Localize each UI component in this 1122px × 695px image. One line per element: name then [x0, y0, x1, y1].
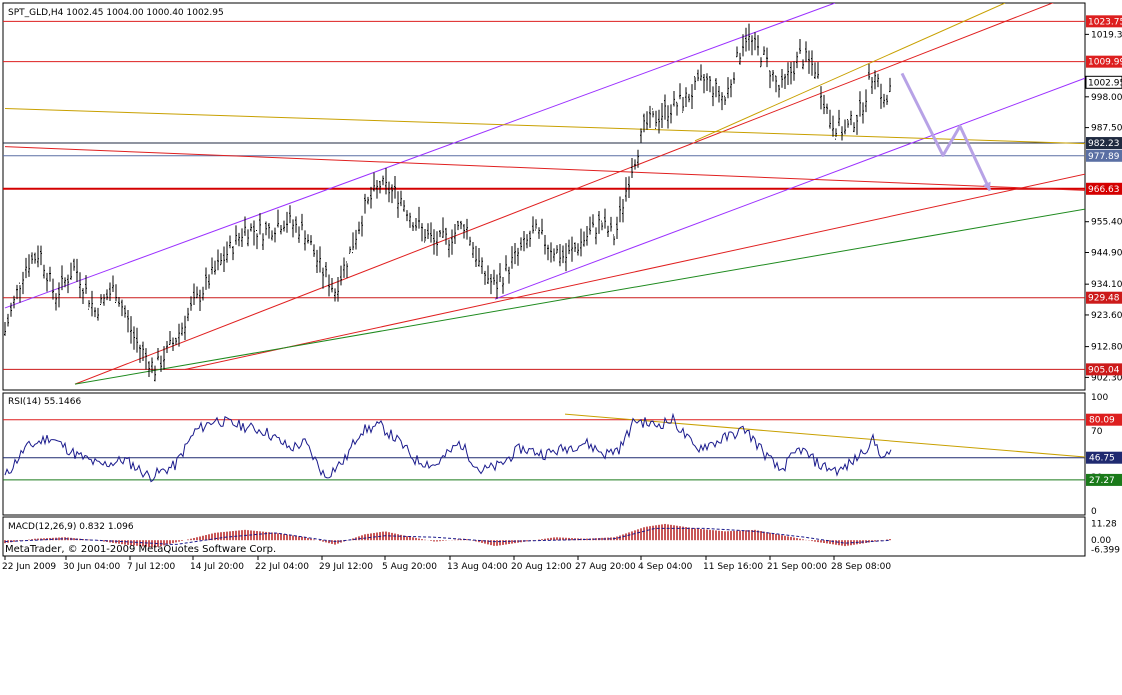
main-ytick-label: 955.40: [1091, 218, 1122, 228]
trendline: [4, 146, 1085, 191]
hline-label: 929.48: [1088, 294, 1120, 304]
time-tick-label: 29 Jul 12:00: [319, 562, 373, 572]
main-ytick-label: 944.90: [1091, 248, 1122, 258]
main-ytick-label: 1019.30: [1091, 30, 1122, 40]
time-tick-label: 5 Aug 20:00: [382, 562, 437, 572]
hline-label: 977.89: [1088, 152, 1120, 162]
time-tick-label: 11 Sep 16:00: [703, 562, 763, 572]
rsi-trendline: [564, 413, 1085, 458]
rsi-level-label: 27.27: [1089, 476, 1115, 486]
time-tick-label: 14 Jul 20:00: [190, 562, 244, 572]
main-ytick-label: 998.00: [1091, 93, 1122, 103]
macd-header: MACD(12,26,9) 0.832 1.096: [8, 522, 134, 532]
time-tick-label: 4 Sep 04:00: [638, 562, 693, 572]
trendline: [74, 3, 1054, 385]
rsi-header: RSI(14) 55.1466: [8, 397, 81, 407]
rsi-frame: [2, 392, 1086, 516]
main-header: SPT_GLD,H4 1002.45 1004.00 1000.40 1002.…: [8, 8, 224, 18]
rsi-panel: [3, 412, 1085, 483]
panel-frames: [2, 2, 1086, 557]
rsi-level-label: 46.75: [1089, 454, 1115, 464]
hline-label: 1023.75: [1088, 17, 1122, 27]
main-ytick-label: 934.10: [1091, 280, 1122, 290]
time-tick-label: 22 Jun 2009: [2, 562, 56, 572]
macd-ytick-label: -6.399: [1091, 546, 1120, 556]
trendline: [184, 173, 1085, 370]
projection-path: [900, 72, 992, 192]
main-ytick-label: 987.50: [1091, 124, 1122, 134]
main-ytick-label: 923.60: [1091, 311, 1122, 321]
time-tick-label: 13 Aug 04:00: [447, 562, 508, 572]
hline-label: 1002.95: [1088, 78, 1122, 88]
time-tick-label: 7 Jul 12:00: [127, 562, 176, 572]
main-frame: [2, 2, 1086, 391]
rsi-level-label: 80.09: [1089, 416, 1115, 426]
time-tick-label: 21 Sep 00:00: [767, 562, 827, 572]
hline-label: 905.04: [1088, 365, 1120, 375]
rsi-ytick-label: 70: [1091, 427, 1103, 437]
macd-ytick-label: 11.28: [1091, 520, 1117, 530]
main-panel: [3, 3, 1085, 385]
copyright-text: MetaTrader, © 2001-2009 MetaQuotes Softw…: [5, 544, 276, 555]
hline-label: 966.63: [1088, 185, 1120, 195]
time-tick-label: 22 Jul 04:00: [255, 562, 309, 572]
rsi-line: [4, 412, 892, 483]
chart-container: 1019.30 998.00 987.50 955.40 944.90 934.10 923…: [0, 0, 1122, 691]
trendline: [494, 77, 1085, 300]
macd-signal-line: [4, 527, 890, 546]
chart-svg: 1019.30 998.00 987.50 955.40 944.90 934.10 923…: [2, 2, 1122, 572]
time-tick-label: 30 Jun 04:00: [63, 562, 120, 572]
hline-label: 982.23: [1088, 139, 1120, 149]
time-axis: 1019.30 998.00 987.50 955.40 944.90 934.10 923…: [2, 15, 1122, 572]
time-tick-label: 27 Aug 20:00: [575, 562, 636, 572]
hline-label: 1009.99: [1088, 58, 1122, 68]
main-ytick-label: 912.80: [1091, 343, 1122, 353]
rsi-ytick-label: 100: [1091, 393, 1108, 403]
trendline: [74, 208, 1085, 385]
time-tick-label: 20 Aug 12:00: [511, 562, 572, 572]
trendline: [694, 3, 1006, 142]
time-tick-label: 28 Sep 08:00: [831, 562, 891, 572]
rsi-ytick-label: 0: [1091, 507, 1097, 517]
